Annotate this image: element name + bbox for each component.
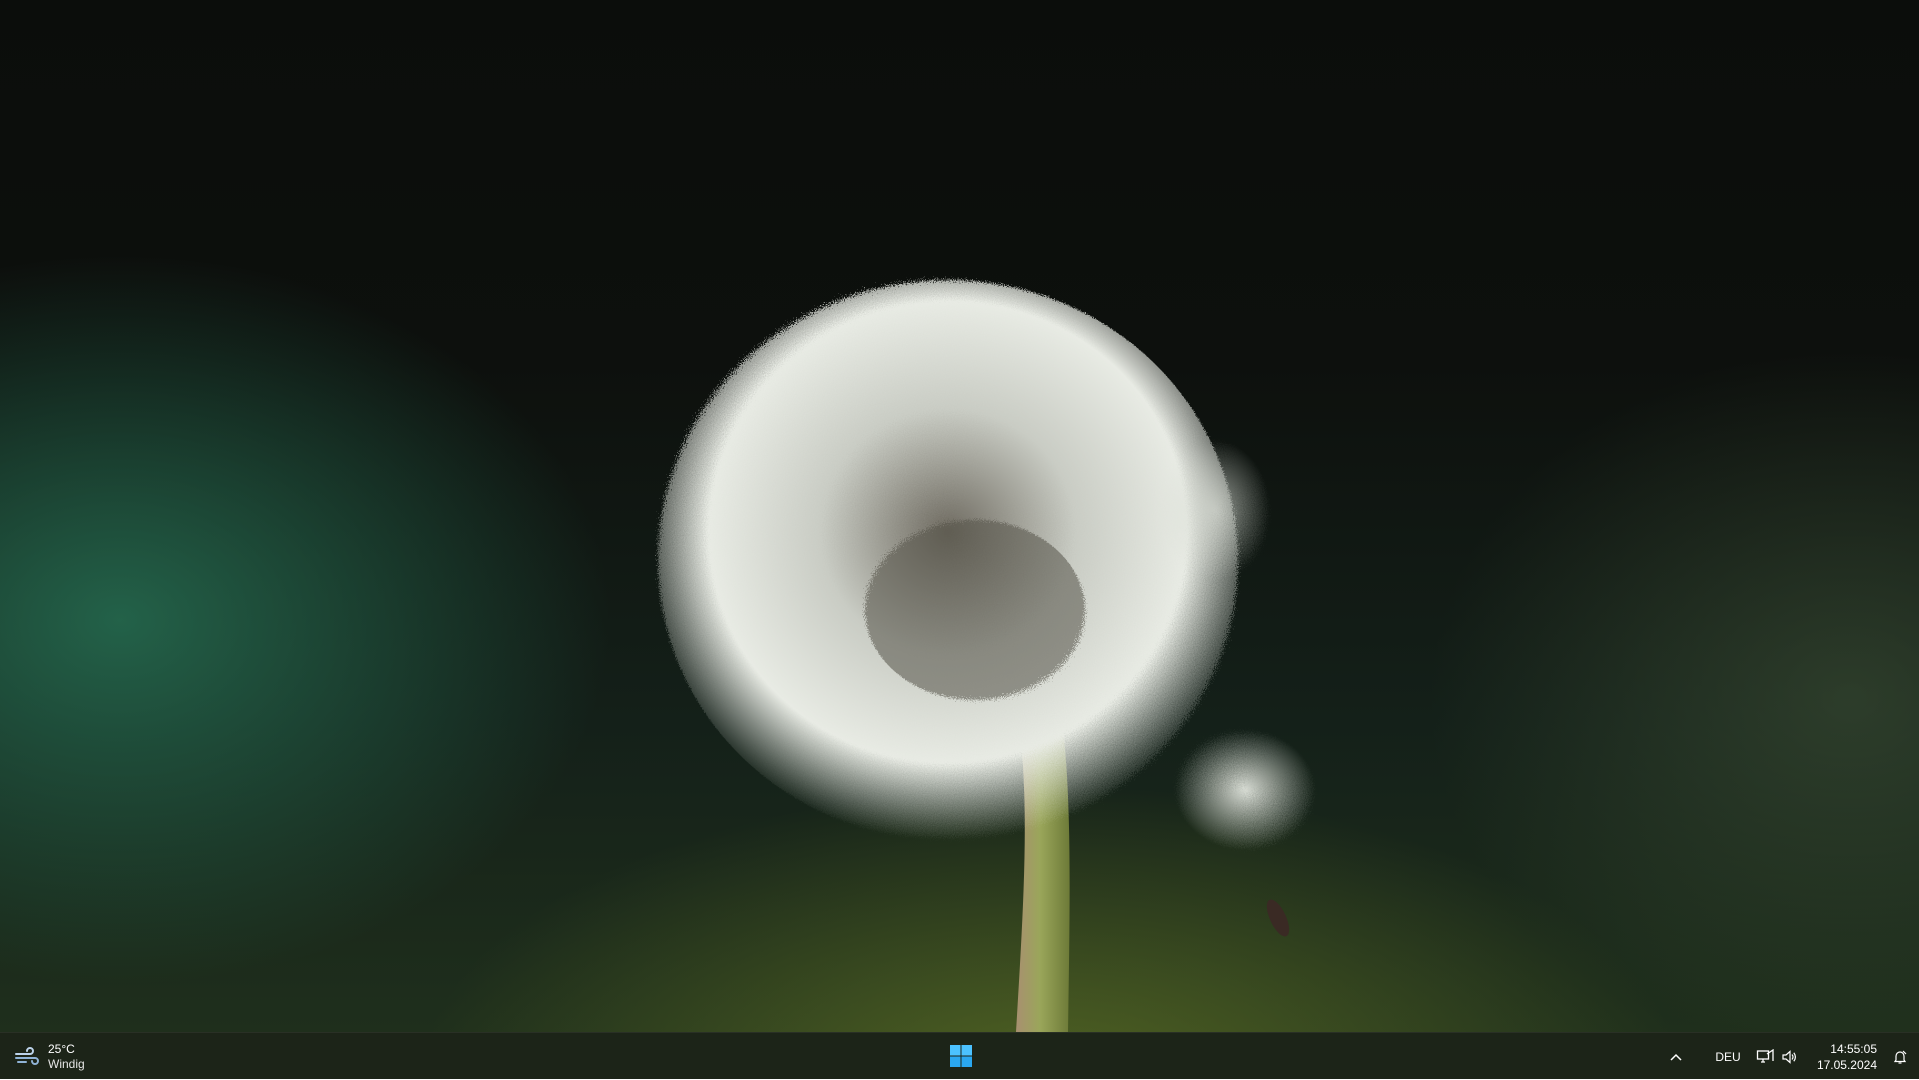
weather-text: 25°C Windig (48, 1042, 85, 1072)
input-language-indicator[interactable]: DEU (1711, 1039, 1745, 1075)
dandelion-artwork (658, 280, 1315, 1032)
start-button[interactable] (946, 1041, 976, 1071)
weather-temperature: 25°C (48, 1042, 75, 1056)
notifications-button[interactable] (1889, 1039, 1911, 1075)
clock-time: 14:55:05 (1830, 1041, 1877, 1056)
clock-date: 17.05.2024 (1816, 1057, 1877, 1072)
chevron-up-icon (1670, 1053, 1682, 1061)
speaker-icon (1782, 1049, 1796, 1064)
weather-widget[interactable]: 25°C Windig (14, 1039, 85, 1075)
windows-logo-icon (950, 1045, 972, 1067)
taskbar: 25°C Windig DEU 14:55:05 17.05.2024 (0, 1032, 1919, 1079)
notification-bell-icon (1893, 1050, 1907, 1064)
system-tray: DEU 14:55:05 17.05.2024 (1663, 1033, 1919, 1080)
network-button[interactable] (1753, 1039, 1777, 1075)
show-hidden-icons-button[interactable] (1663, 1039, 1689, 1075)
clock-button[interactable]: 14:55:05 17.05.2024 (1815, 1041, 1877, 1073)
network-icon (1756, 1048, 1774, 1063)
wind-icon (15, 1047, 39, 1065)
desktop-wallpaper (0, 0, 1919, 1032)
volume-button[interactable] (1777, 1039, 1801, 1075)
weather-condition: Windig (48, 1057, 85, 1071)
